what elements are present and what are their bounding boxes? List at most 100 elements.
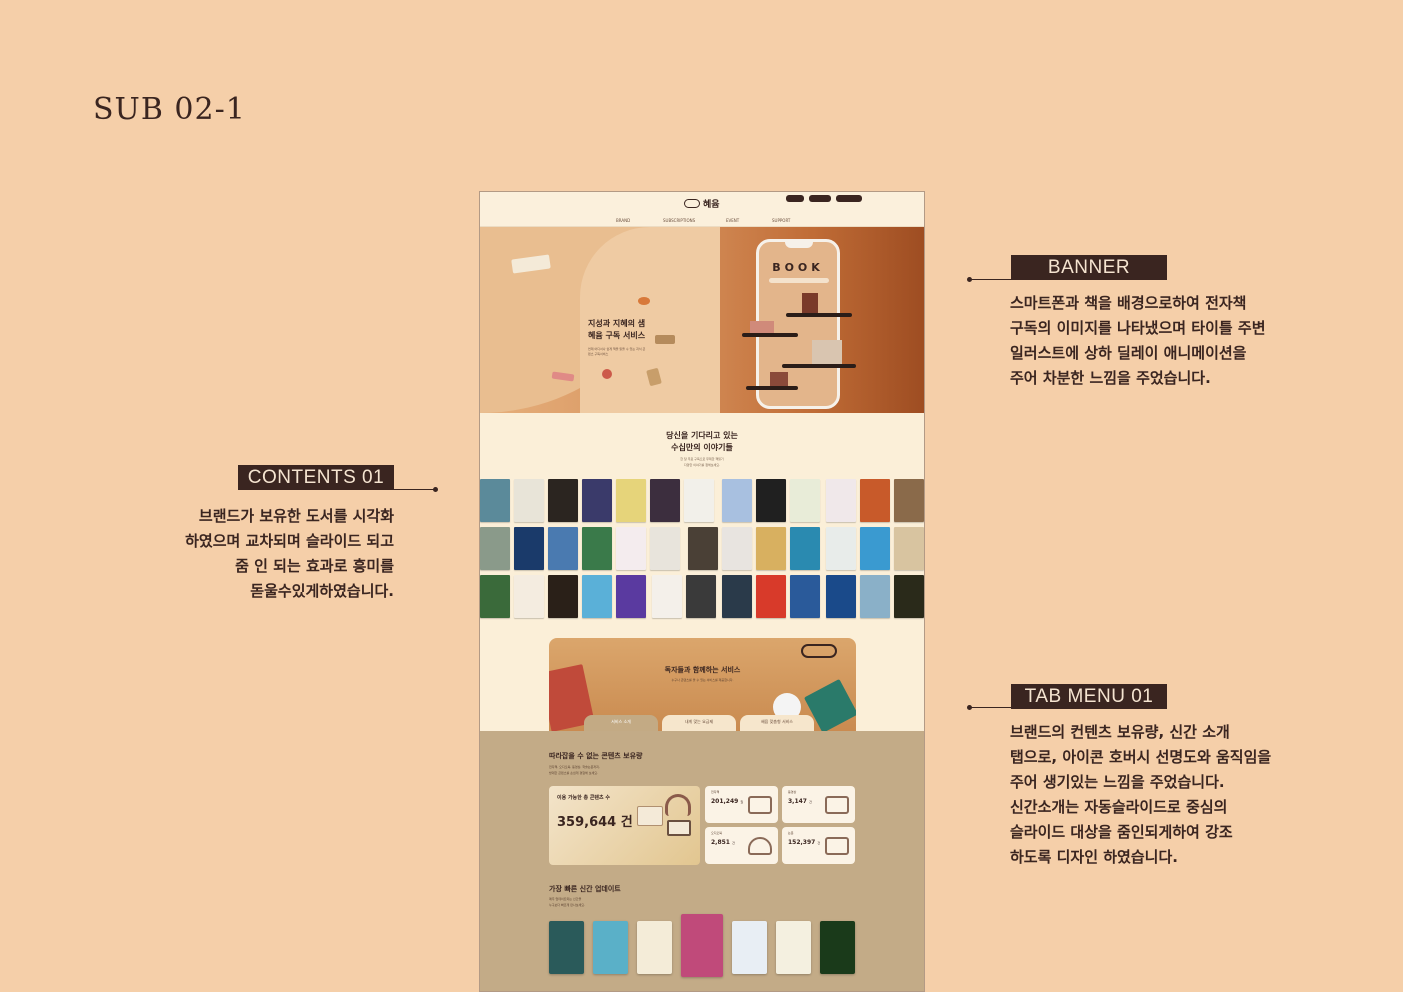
new-book-cover[interactable] — [732, 921, 767, 974]
phone-title: BOOK — [772, 261, 824, 274]
book-cover[interactable] — [650, 527, 680, 570]
stories-sub2: 다양한 이야기를 접해보세요. — [684, 463, 720, 467]
book-cover[interactable] — [480, 527, 510, 570]
video-stat-card[interactable]: 동영상 3,147 건 — [782, 786, 855, 823]
signup-button[interactable] — [809, 195, 831, 202]
book-cover[interactable] — [722, 479, 752, 522]
content-title: 따라잡을 수 없는 콘텐츠 보유량 — [549, 752, 643, 760]
book-cover[interactable] — [616, 479, 646, 522]
video-unit: 건 — [809, 800, 812, 804]
nav-brand[interactable]: BRAND — [616, 218, 630, 223]
contents-desc-line: 브랜드가 보유한 도서를 시각화 — [198, 507, 394, 525]
tab-custom-service[interactable]: 혜윰 맞춤형 서비스 — [740, 715, 814, 731]
banner-desc-line: 주어 차분한 느낌을 주었습니다. — [1010, 369, 1211, 387]
book-cover[interactable] — [756, 527, 786, 570]
nav-support[interactable]: SUPPORT — [772, 218, 790, 223]
shelf-books — [802, 293, 818, 313]
book-cover[interactable] — [548, 575, 578, 618]
banner-desc-line: 구독의 이미지를 나타냈으며 타이틀 주변 — [1010, 319, 1266, 337]
book-cover[interactable] — [652, 575, 682, 618]
total-content-card[interactable]: 이용 가능한 총 콘텐츠 수 359,644 건 — [549, 786, 700, 865]
new-book-cover[interactable] — [637, 921, 672, 974]
book-cover[interactable] — [722, 527, 752, 570]
book-cover[interactable] — [514, 575, 544, 618]
banner-tag: BANNER — [1011, 255, 1167, 280]
audiobook-number: 2,851 — [711, 839, 730, 846]
new-book-cover[interactable] — [820, 921, 855, 974]
content-sub1: 전자책, 오디오북, 동영상, 학술논문까지, — [549, 765, 600, 769]
book-cover[interactable] — [548, 527, 578, 570]
stories-title: 당신을 기다리고 있는 수십만의 이야기들 — [480, 430, 924, 454]
book-cover[interactable] — [790, 479, 820, 522]
book-cover[interactable] — [616, 575, 646, 618]
book-cover[interactable] — [790, 527, 820, 570]
book-cover[interactable] — [616, 527, 646, 570]
banner-headline-line1: 지성과 지혜의 샘 — [588, 319, 646, 328]
book-cover[interactable] — [480, 479, 510, 522]
tabmenu-desc-line: 하도록 디자인 하였습니다. — [1010, 848, 1178, 866]
book-cover[interactable] — [688, 527, 718, 570]
book-cover[interactable] — [826, 527, 856, 570]
book-cover[interactable] — [826, 575, 856, 618]
book-cover[interactable] — [514, 479, 544, 522]
cover-row-2 — [480, 527, 924, 570]
book-cover[interactable] — [722, 575, 752, 618]
newbooks-sub2: 누구보다 빠르게 만나보세요. — [549, 903, 585, 907]
service-subtext: 누구나 콘텐츠를 볼 수 있는 서비스를 제공합니다. — [671, 678, 734, 682]
owl-icon — [684, 199, 700, 208]
ebook-stat-card[interactable]: 전자책 201,249 권 — [705, 786, 778, 823]
book-cover[interactable] — [650, 479, 680, 522]
contents-description: 브랜드가 보유한 도서를 시각화 하였으며 교차되며 슬라이드 되고 줌 인 되… — [160, 504, 394, 604]
contents-anno-dot — [433, 487, 438, 492]
banner-description: 스마트폰과 책을 배경으로하여 전자책 구독의 이미지를 나타냈으며 타이틀 주… — [1010, 291, 1266, 391]
leaf-illustration — [638, 297, 650, 305]
tab-service-intro[interactable]: 서비스 소개 — [584, 715, 658, 731]
shell-illustration — [602, 369, 612, 379]
book-cover[interactable] — [826, 479, 856, 522]
book-cover[interactable] — [894, 479, 924, 522]
book-cover[interactable] — [860, 479, 890, 522]
mock-logo[interactable]: 혜윰 — [684, 197, 720, 210]
tabmenu-anno-line — [969, 707, 1011, 708]
book-cover[interactable] — [548, 479, 578, 522]
newbooks-sub1: 매주 업데이트되는 신간을 — [549, 897, 582, 901]
book-cover[interactable] — [582, 575, 612, 618]
total-content-label: 이용 가능한 총 콘텐츠 수 — [557, 795, 610, 801]
book-cover[interactable] — [756, 479, 786, 522]
book-cover[interactable] — [582, 479, 612, 522]
header-buttons — [786, 195, 862, 202]
tabmenu-desc-line: 주어 생기있는 느낌을 주었습니다. — [1010, 773, 1225, 791]
contents-tag: CONTENTS 01 — [238, 465, 394, 490]
login-button[interactable] — [786, 195, 804, 202]
book-cover[interactable] — [684, 479, 714, 522]
mypage-button[interactable] — [836, 195, 862, 202]
new-book-cover[interactable] — [776, 921, 811, 974]
nav-event[interactable]: EVENT — [726, 218, 739, 223]
audiobook-stat-card[interactable]: 오디오북 2,851 건 — [705, 827, 778, 864]
tabmenu-desc-line: 슬라이드 대상을 줌인되게하여 강조 — [1010, 823, 1233, 841]
nav-subscriptions[interactable]: SUBSCRIPTIONS — [663, 218, 695, 223]
book-cover[interactable] — [894, 575, 924, 618]
audiobook-label: 오디오북 — [711, 831, 723, 835]
book-cover[interactable] — [894, 527, 924, 570]
book-cover[interactable] — [860, 527, 890, 570]
book-cover[interactable] — [480, 575, 510, 618]
total-content-value: 359,644 건 — [557, 815, 633, 830]
ebook-icon — [748, 796, 772, 814]
book-cover[interactable] — [790, 575, 820, 618]
book-cover[interactable] — [514, 527, 544, 570]
new-book-cover[interactable] — [593, 921, 628, 974]
phone-notch — [785, 242, 813, 248]
book-cover[interactable] — [686, 575, 716, 618]
book-cover[interactable] — [582, 527, 612, 570]
tab-pricing[interactable]: 내게 맞는 요금제 — [662, 715, 736, 731]
new-book-cover[interactable] — [549, 921, 584, 974]
shelf-2 — [742, 333, 798, 337]
book-cover[interactable] — [860, 575, 890, 618]
book-cover[interactable] — [756, 575, 786, 618]
shelf-books — [750, 321, 774, 333]
contents-anno-line — [394, 489, 435, 490]
new-book-cover-featured[interactable] — [681, 914, 723, 977]
paper-stat-card[interactable]: 논문 152,397 건 — [782, 827, 855, 864]
shelf-3 — [782, 364, 856, 368]
